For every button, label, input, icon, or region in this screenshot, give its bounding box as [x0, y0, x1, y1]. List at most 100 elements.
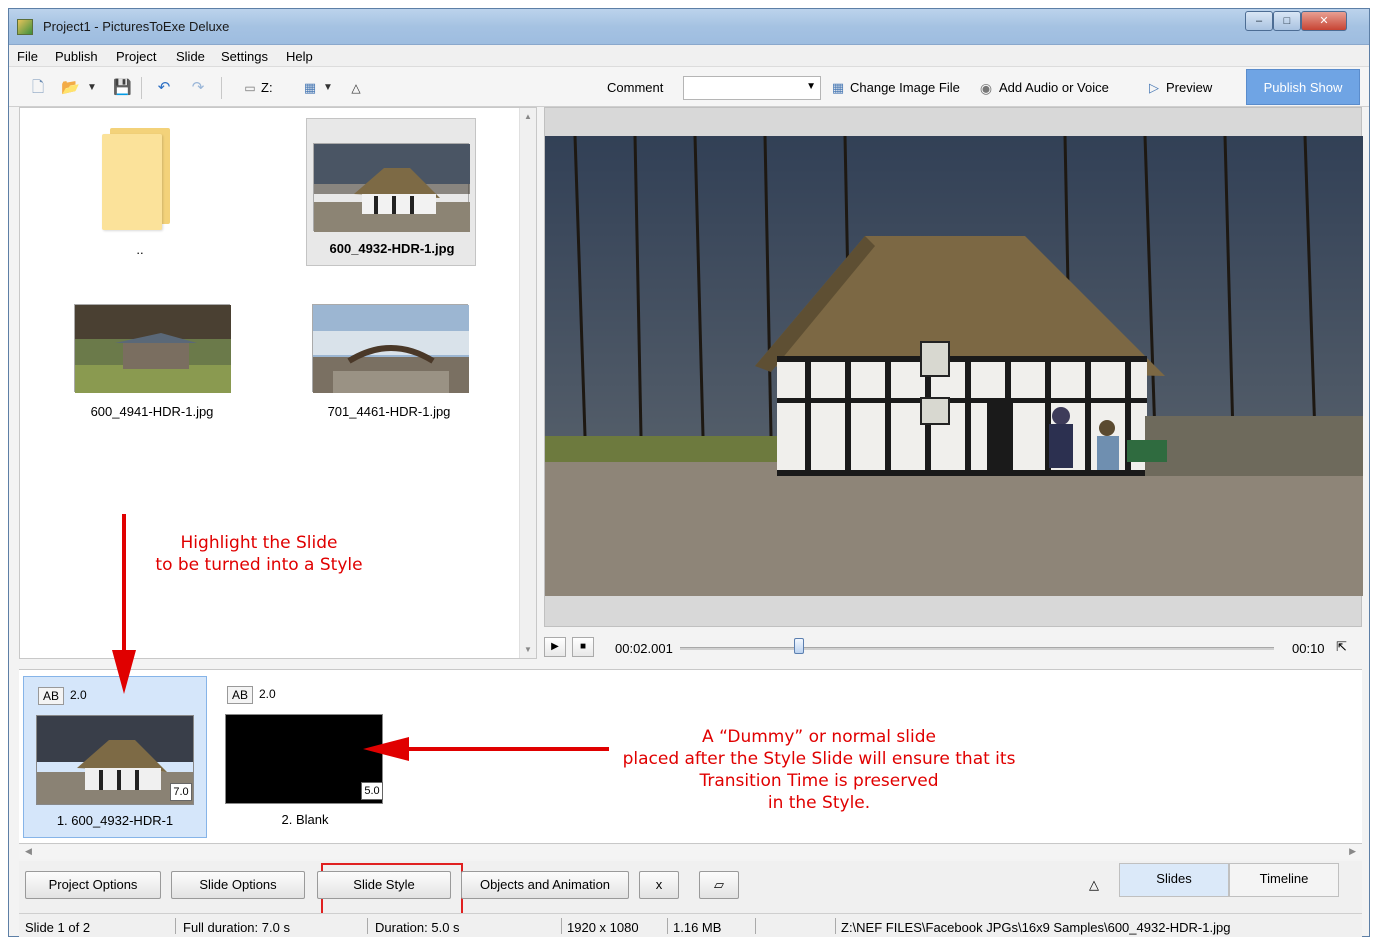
- tab-timeline[interactable]: Timeline: [1229, 863, 1339, 897]
- browser-item-label[interactable]: 600_4941-HDR-1.jpg: [50, 404, 254, 419]
- preview-button[interactable]: Preview: [1166, 80, 1212, 95]
- thumbnail-600-4941[interactable]: [74, 304, 231, 393]
- stop-icon[interactable]: ■: [572, 637, 594, 657]
- menu-slide[interactable]: Slide: [176, 49, 205, 64]
- annotation-arrow-left: [363, 737, 609, 761]
- browser-scrollbar[interactable]: ▲ ▼: [519, 108, 536, 658]
- annotation-text: Highlight the Slide: [180, 533, 338, 553]
- browser-item-label: 600_4932-HDR-1.jpg: [329, 241, 455, 256]
- project-options-button[interactable]: Project Options: [25, 871, 161, 899]
- publish-show-button[interactable]: Publish Show: [1246, 69, 1360, 105]
- undo-icon[interactable]: ↶: [155, 79, 173, 97]
- browser-item-label[interactable]: 701_4461-HDR-1.jpg: [286, 404, 492, 419]
- change-image-icon[interactable]: ▦: [829, 79, 847, 97]
- drive-label[interactable]: Z:: [261, 80, 273, 95]
- title-bar: Project1 - PicturesToExe Deluxe – □ ✕: [9, 9, 1369, 45]
- thumbnail-600-4932: [313, 143, 470, 232]
- status-file-size: 1.16 MB: [673, 920, 722, 935]
- transition-time: 2.0: [70, 688, 87, 702]
- preview-pane: [544, 107, 1363, 627]
- save-icon[interactable]: 💾: [113, 79, 132, 97]
- timeline-slider[interactable]: [680, 647, 1274, 650]
- annotation-highlight: Highlight the Slide to be turned into a …: [119, 532, 399, 576]
- file-browser: .. 600_4932-HDR-1.jpg 600_4941-HDR-1.jpg…: [19, 107, 537, 659]
- player-controls: ▶ ■ 00:02.001 00:10 ⇱: [544, 629, 1362, 661]
- timeline-slider-thumb[interactable]: [793, 638, 804, 654]
- browser-item-selected[interactable]: 600_4932-HDR-1.jpg: [306, 118, 476, 266]
- toolbar: 🗋 📂 ▼ 💾 ↶ ↷ ▭ Z: ▦ ▼ △ Comment ▼ ▦ Chang…: [9, 67, 1369, 107]
- strip-scrollbar[interactable]: ◀ ▶: [19, 845, 1362, 859]
- transition-badge[interactable]: AB: [227, 686, 253, 704]
- thumbnail-701-4461[interactable]: [312, 304, 469, 393]
- scroll-left-icon[interactable]: ◀: [25, 846, 32, 857]
- tab-slides[interactable]: Slides: [1119, 863, 1229, 897]
- annotation-dummy: A “Dummy” or normal slide placed after t…: [579, 726, 1059, 814]
- change-image-button[interactable]: Change Image File: [850, 80, 960, 95]
- annotation-text: A “Dummy” or normal slide: [702, 727, 936, 747]
- slide-item-1[interactable]: AB 2.0 7.0 1. 600_4932-HDR-1: [23, 676, 207, 838]
- play-icon[interactable]: ▶: [544, 637, 566, 657]
- transition-time: 2.0: [259, 687, 276, 701]
- open-folder-icon[interactable]: 📂: [61, 79, 80, 97]
- eraser-icon[interactable]: ▱: [699, 871, 739, 899]
- view-mode-icon[interactable]: ▦: [301, 79, 319, 97]
- status-slide: Slide 1 of 2: [25, 920, 91, 935]
- minimize-button[interactable]: –: [1245, 11, 1273, 31]
- slide-thumbnail: [225, 714, 383, 804]
- view-dropdown-icon[interactable]: ▼: [319, 79, 337, 97]
- drive-icon[interactable]: ▭: [241, 79, 259, 97]
- status-bar: Slide 1 of 2 Full duration: 7.0 s Durati…: [19, 913, 1362, 937]
- slide-strip: AB 2.0 7.0 1. 600_4932-HDR-1 AB 2.0 5.0 …: [19, 514, 1362, 844]
- bottom-toolbar: Project Options Slide Options Slide Styl…: [19, 861, 1362, 919]
- slide-options-button[interactable]: Slide Options: [171, 871, 305, 899]
- preview-icon[interactable]: ▷: [1145, 79, 1163, 97]
- menu-file[interactable]: File: [17, 49, 38, 64]
- comment-label: Comment: [607, 80, 664, 95]
- maximize-button[interactable]: □: [1273, 11, 1301, 31]
- preview-image: [545, 136, 1363, 596]
- close-button[interactable]: ✕: [1301, 11, 1347, 31]
- annotation-text: Transition Time is preserved: [699, 771, 939, 791]
- menu-settings[interactable]: Settings: [221, 49, 268, 64]
- app-window: Project1 - PicturesToExe Deluxe – □ ✕ Fi…: [8, 8, 1370, 937]
- slide-label: 1. 600_4932-HDR-1: [56, 813, 174, 828]
- scroll-up-icon[interactable]: ▲: [524, 112, 532, 121]
- objects-animation-button[interactable]: Objects and Animation: [461, 871, 629, 899]
- toolbar-divider: [221, 77, 222, 99]
- menu-help[interactable]: Help: [286, 49, 313, 64]
- annotation-text: placed after the Style Slide will ensure…: [622, 749, 1016, 769]
- menu-bar: File Publish Project Slide Settings Help: [9, 45, 1369, 67]
- end-time: 00:10: [1292, 641, 1325, 656]
- scroll-down-icon[interactable]: ▼: [524, 645, 532, 654]
- status-file-path: Z:\NEF FILES\Facebook JPGs\16x9 Samples\…: [841, 920, 1231, 935]
- menu-publish[interactable]: Publish: [55, 49, 98, 64]
- new-file-icon[interactable]: 🗋: [29, 79, 47, 97]
- status-full-duration: Full duration: 7.0 s: [183, 920, 290, 935]
- collapse-triangle-icon[interactable]: △: [347, 79, 365, 97]
- chevron-down-icon[interactable]: ▼: [806, 81, 816, 92]
- slide-style-button[interactable]: Slide Style: [317, 871, 451, 899]
- annotation-arrow-down: [112, 514, 136, 694]
- redo-icon[interactable]: ↷: [189, 79, 207, 97]
- slide-duration[interactable]: 5.0: [361, 782, 383, 800]
- collapse-triangle-icon[interactable]: △: [1089, 877, 1099, 893]
- folder-icon[interactable]: [102, 128, 170, 230]
- slide-duration[interactable]: 7.0: [170, 783, 192, 801]
- add-audio-button[interactable]: Add Audio or Voice: [999, 80, 1109, 95]
- slide-label: 2. Blank: [281, 812, 329, 827]
- annotation-text: in the Style.: [767, 793, 871, 813]
- current-time: 00:02.001: [615, 641, 673, 656]
- open-dropdown-icon[interactable]: ▼: [83, 79, 101, 97]
- menu-project[interactable]: Project: [116, 49, 156, 64]
- delete-button[interactable]: x: [639, 871, 679, 899]
- browser-item-parent[interactable]: ..: [90, 242, 190, 257]
- fullscreen-icon[interactable]: ⇱: [1336, 639, 1347, 655]
- toolbar-divider: [141, 77, 142, 99]
- app-logo-icon: [17, 19, 33, 35]
- window-title: Project1 - PicturesToExe Deluxe: [43, 19, 230, 34]
- transition-badge[interactable]: AB: [38, 687, 64, 705]
- audio-icon[interactable]: ◉: [977, 79, 995, 97]
- scroll-right-icon[interactable]: ▶: [1349, 846, 1356, 857]
- comment-input[interactable]: ▼: [683, 76, 821, 100]
- annotation-text: to be turned into a Style: [155, 555, 363, 575]
